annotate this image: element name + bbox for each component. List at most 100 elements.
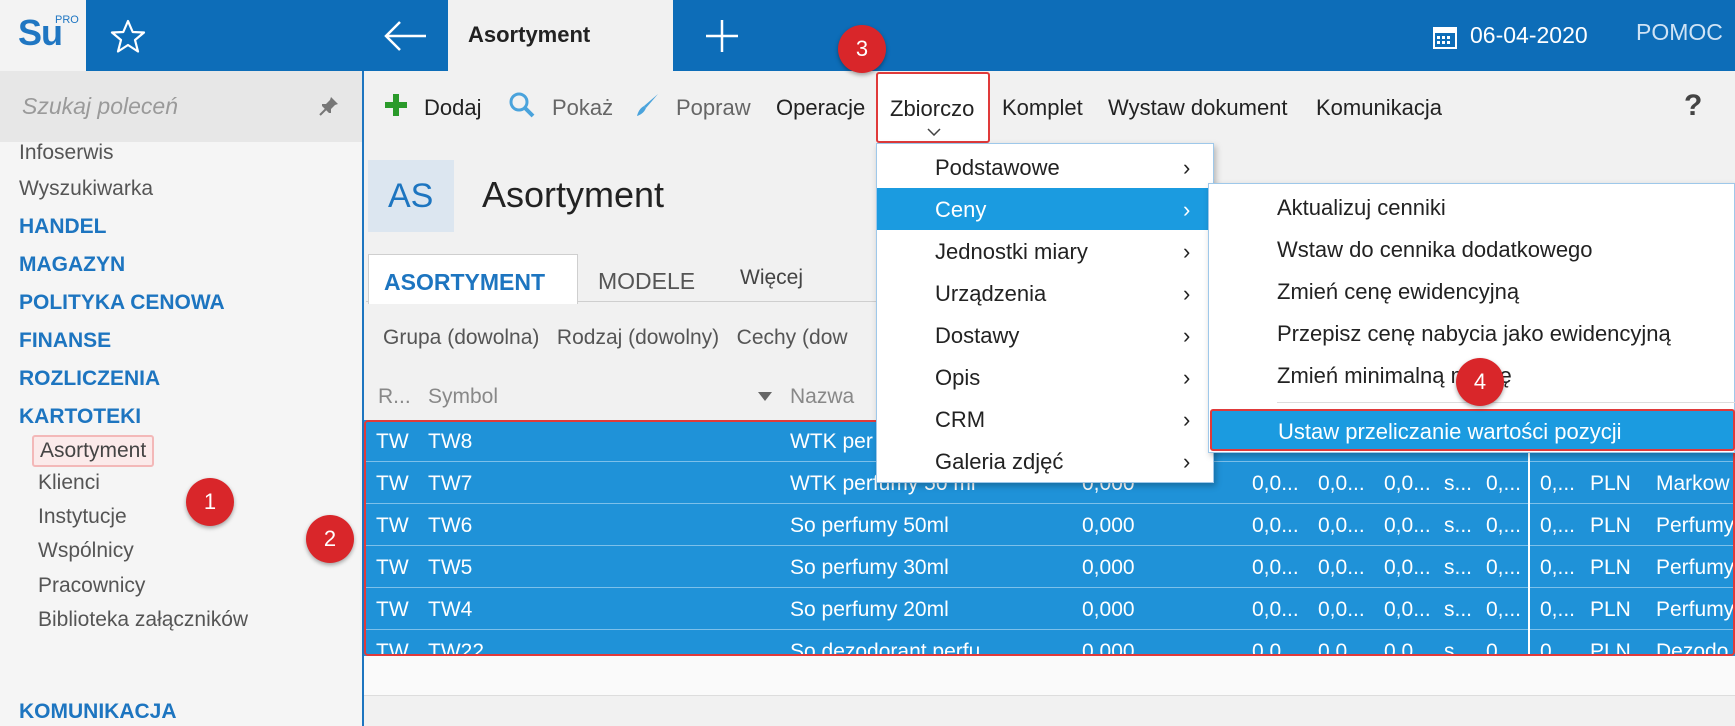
show-button[interactable]: Pokaż xyxy=(552,95,613,121)
table-cell-r: TW xyxy=(376,556,409,579)
sidebar-item-biblioteka[interactable]: Biblioteka załączników xyxy=(38,608,248,632)
bulk-menu-item[interactable]: Ceny › xyxy=(877,188,1213,230)
sidebar-item-asortyment[interactable]: Asortyment xyxy=(32,435,155,467)
tab-asortyment[interactable]: Asortyment xyxy=(448,0,673,71)
column-header-rodzaj[interactable]: R... xyxy=(378,385,411,409)
sidebar-item-wyszukiwarka[interactable]: Wyszukiwarka xyxy=(19,177,153,201)
table-cell-c5: 0,... xyxy=(1486,472,1522,495)
new-tab-plus-icon[interactable] xyxy=(700,14,744,58)
table-cell-qty: 0,000 xyxy=(1082,514,1135,537)
column-header-nazwa[interactable]: Nazwa xyxy=(790,385,854,409)
chevron-right-icon: › xyxy=(1183,407,1191,432)
sidebar-section-kartoteki[interactable]: KARTOTEKI xyxy=(19,405,141,429)
table-cell-symbol: TW8 xyxy=(428,430,473,453)
bulk-menu-item[interactable]: Podstawowe › xyxy=(877,146,1213,188)
table-cell-r: TW xyxy=(376,430,409,453)
table-cell-c3: 0,0... xyxy=(1384,556,1431,579)
chevron-right-icon: › xyxy=(1183,155,1191,180)
menu-item-set-value-recalc[interactable]: Ustaw przeliczanie wartości pozycji xyxy=(1210,409,1735,451)
bulk-menu-item[interactable]: Jednostki miary › xyxy=(877,230,1213,272)
back-arrow-icon[interactable] xyxy=(380,16,430,56)
table-cell-symbol: TW7 xyxy=(428,472,473,495)
bulk-menu-item-label: Jednostki miary xyxy=(935,239,1088,264)
bulk-menu-item[interactable]: Dostawy › xyxy=(877,314,1213,356)
table-cell-c6: 0,... xyxy=(1540,514,1576,537)
date-display[interactable]: 06-04-2020 xyxy=(1432,22,1588,49)
filter-bar[interactable]: Grupa (dowolna) Rodzaj (dowolny) Cechy (… xyxy=(383,326,848,350)
table-cell-c4: s... xyxy=(1444,598,1473,621)
table-cell-c3: 0,0... xyxy=(1384,514,1431,537)
tab-wiecej[interactable]: Więcej xyxy=(740,266,803,290)
bulk-menu-item[interactable]: CRM › xyxy=(877,398,1213,440)
help-link[interactable]: POMOC xyxy=(1636,19,1723,46)
operations-button[interactable]: Operacje xyxy=(776,95,865,121)
pin-icon[interactable] xyxy=(318,95,340,117)
table-cell-c4: s... xyxy=(1444,556,1473,579)
sidebar-section-finanse[interactable]: FINANSE xyxy=(19,329,111,353)
table-cell-name: So perfumy 50ml xyxy=(790,514,949,537)
sidebar-item-instytucje[interactable]: Instytucje xyxy=(38,505,127,529)
table-cell-c2: 0,0... xyxy=(1318,556,1365,579)
table-cell-name: WTK per xyxy=(790,430,873,453)
bulk-menu-item[interactable]: Urządzenia › xyxy=(877,272,1213,314)
menu-item-change-record-price[interactable]: Zmień cenę ewidencyjną xyxy=(1277,279,1519,305)
bulk-menu-item-label: Urządzenia xyxy=(935,281,1047,306)
column-header-symbol[interactable]: Symbol xyxy=(428,385,498,409)
chevron-right-icon: › xyxy=(1183,449,1191,474)
module-badge-text: AS xyxy=(388,177,434,215)
sidebar-item-wspolnicy[interactable]: Wspólnicy xyxy=(38,539,134,563)
bulk-button[interactable]: Zbiorczo xyxy=(876,72,990,143)
table-cell-brand: Markow xyxy=(1656,472,1730,495)
sidebar-section-rozliczenia[interactable]: ROZLICZENIA xyxy=(19,367,160,391)
chevron-right-icon: › xyxy=(1183,281,1191,306)
sort-down-icon[interactable] xyxy=(758,392,772,402)
menu-item-copy-purchase-price[interactable]: Przepisz cenę nabycia jako ewidencyjną xyxy=(1277,321,1671,347)
bulk-menu-item[interactable]: Opis › xyxy=(877,356,1213,398)
table-cell-r: TW xyxy=(376,472,409,495)
help-button[interactable]: ? xyxy=(1684,89,1702,123)
tab-asortyment-list[interactable]: ASORTYMENT xyxy=(368,254,578,304)
table-cell-c4: s... xyxy=(1444,640,1473,656)
annotation-badge-3: 3 xyxy=(838,25,886,73)
grid-footer xyxy=(364,656,1735,696)
table-cell-symbol: TW22 xyxy=(428,640,485,656)
chevron-right-icon: › xyxy=(1183,365,1191,390)
table-cell-c2: 0,0... xyxy=(1318,598,1365,621)
add-button[interactable]: Dodaj xyxy=(424,95,481,121)
sidebar: Szukaj poleceń Infoserwis Wyszukiwarka H… xyxy=(0,71,364,726)
bulk-menu-item-label: Opis xyxy=(935,365,981,390)
table-cell-c1: 0,0... xyxy=(1252,640,1299,656)
sidebar-item-klienci[interactable]: Klienci xyxy=(38,471,100,495)
app-logo[interactable]: Su PRO xyxy=(0,0,86,71)
search-placeholder: Szukaj poleceń xyxy=(22,93,178,119)
date-text: 06-04-2020 xyxy=(1470,22,1588,48)
command-search[interactable]: Szukaj poleceń xyxy=(0,71,362,142)
tab-modele[interactable]: MODELE xyxy=(598,268,695,295)
menu-item-insert-extra-pricelist[interactable]: Wstaw do cennika dodatkowego xyxy=(1277,237,1593,263)
sidebar-section-komunikacja[interactable]: KOMUNIKACJA xyxy=(19,700,177,724)
menu-item-update-pricelists[interactable]: Aktualizuj cenniki xyxy=(1277,195,1446,221)
table-cell-c3: 0,0... xyxy=(1384,598,1431,621)
sidebar-item-pracownicy[interactable]: Pracownicy xyxy=(38,574,145,598)
communication-button[interactable]: Komunikacja xyxy=(1316,95,1442,121)
bulk-menu-item[interactable]: Galeria zdjęć › xyxy=(877,440,1213,482)
edit-button[interactable]: Popraw xyxy=(676,95,751,121)
table-cell-c6: 0,... xyxy=(1540,640,1576,656)
issue-document-button[interactable]: Wystaw dokument xyxy=(1108,95,1288,121)
star-icon[interactable] xyxy=(108,17,148,57)
table-cell-c5: 0,... xyxy=(1486,640,1522,656)
table-cell-c4: s... xyxy=(1444,514,1473,537)
table-cell-c2: 0,0... xyxy=(1318,640,1365,656)
sidebar-item-infoserwis[interactable]: Infoserwis xyxy=(19,141,114,165)
table-cell-qty: 0,000 xyxy=(1082,598,1135,621)
set-button[interactable]: Komplet xyxy=(1002,95,1083,121)
bulk-menu-item-label: Ceny xyxy=(935,197,987,222)
sidebar-section-polityka-cenowa[interactable]: POLITYKA CENOWA xyxy=(19,291,225,315)
brush-icon xyxy=(637,94,658,116)
table-cell-r: TW xyxy=(376,514,409,537)
bulk-menu-item-label: Galeria zdjęć xyxy=(935,449,1064,474)
bulk-menu-item-label: Dostawy xyxy=(935,323,1020,348)
sidebar-section-magazyn[interactable]: MAGAZYN xyxy=(19,253,125,277)
sidebar-section-handel[interactable]: HANDEL xyxy=(19,215,107,239)
table-cell-c5: 0,... xyxy=(1486,598,1522,621)
